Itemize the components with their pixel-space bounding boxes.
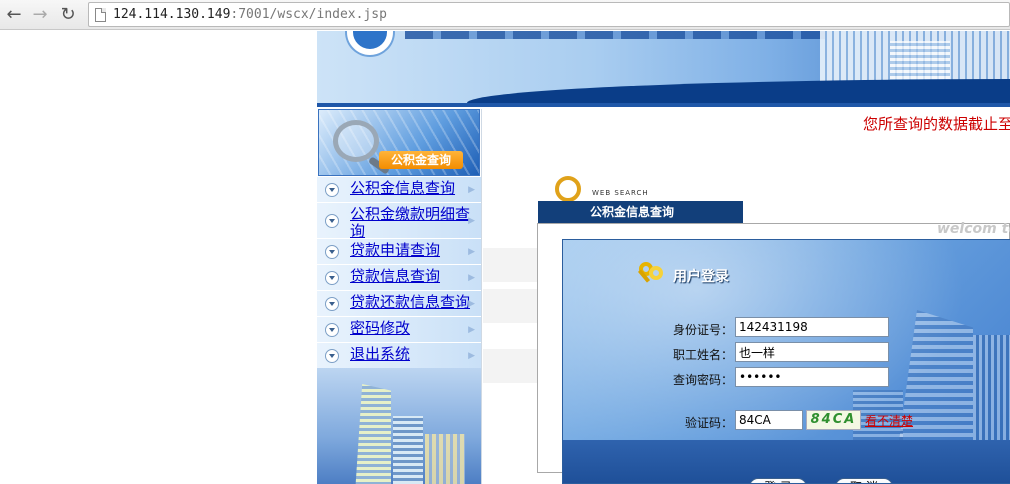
tower-graphic bbox=[393, 416, 423, 484]
banner-divider bbox=[317, 103, 1010, 107]
sidebar-item-label[interactable]: 公积金缴款明细查询 bbox=[350, 206, 480, 240]
address-bar[interactable]: 124.114.130.149:7001/wscx/index.jsp bbox=[88, 2, 1010, 27]
logo-icon bbox=[347, 31, 393, 55]
sidebar-item-loan-repayment[interactable]: 贷款还款信息查询 ▶ bbox=[317, 291, 481, 317]
magnifier-icon bbox=[333, 120, 379, 162]
tower-graphic bbox=[425, 434, 465, 484]
sidebar-divider bbox=[481, 109, 482, 484]
arrow-right-icon: ▶ bbox=[468, 351, 475, 361]
background-band bbox=[483, 248, 543, 282]
password-field[interactable] bbox=[735, 367, 889, 387]
captcha-image[interactable]: 84CA bbox=[806, 410, 861, 430]
page-icon bbox=[95, 8, 106, 22]
chevron-down-icon bbox=[325, 214, 339, 228]
back-arrow-icon[interactable]: ← bbox=[2, 3, 26, 27]
id-number-label: 身份证号： bbox=[672, 323, 733, 337]
chevron-down-icon bbox=[325, 183, 339, 197]
header-banner bbox=[317, 31, 1010, 103]
arrow-right-icon: ▶ bbox=[468, 216, 475, 226]
captcha-field[interactable] bbox=[735, 410, 803, 430]
sidebar-item-fund-info[interactable]: 公积金信息查询 ▶ bbox=[317, 177, 481, 203]
sidebar-item-label[interactable]: 退出系统 bbox=[350, 346, 480, 363]
panel-title: 公积金信息查询 bbox=[538, 201, 743, 223]
arrow-right-icon: ▶ bbox=[468, 273, 475, 283]
tower-graphic bbox=[355, 384, 391, 484]
captcha-label: 验证码： bbox=[684, 416, 733, 430]
data-cutoff-notice: 您所查询的数据截止至 bbox=[863, 115, 1010, 133]
chevron-down-icon bbox=[325, 271, 339, 285]
sidebar-item-label[interactable]: 密码修改 bbox=[350, 320, 480, 337]
sidebar-item-label[interactable]: 贷款申请查询 bbox=[350, 242, 480, 259]
site-page: 公积金查询 公积金信息查询 ▶ 公积金缴款明细查询 ▶ 贷款申请查询 ▶ 贷款信… bbox=[317, 31, 1010, 484]
chevron-down-icon bbox=[325, 323, 339, 337]
chevron-down-icon bbox=[325, 297, 339, 311]
forward-arrow-icon[interactable]: → bbox=[28, 3, 52, 27]
welcome-text: welcom to bbox=[937, 221, 1010, 237]
banner-curve bbox=[467, 79, 1010, 103]
banner-title-graphic bbox=[405, 31, 825, 39]
arrow-right-icon: ▶ bbox=[468, 325, 475, 335]
search-magnifier-icon bbox=[555, 176, 581, 202]
sidebar-item-change-password[interactable]: 密码修改 ▶ bbox=[317, 317, 481, 343]
arrow-right-icon: ▶ bbox=[468, 247, 475, 257]
sidebar-menu: 公积金信息查询 ▶ 公积金缴款明细查询 ▶ 贷款申请查询 ▶ 贷款信息查询 ▶ … bbox=[317, 177, 481, 369]
employee-name-field[interactable] bbox=[735, 342, 889, 362]
login-title: 用户登录 bbox=[673, 269, 729, 285]
sidebar-header-label: 公积金查询 bbox=[379, 151, 463, 169]
browser-toolbar: ← → ↻ 124.114.130.149:7001/wscx/index.js… bbox=[0, 0, 1010, 30]
background-band bbox=[483, 349, 543, 383]
sidebar: 公积金查询 公积金信息查询 ▶ 公积金缴款明细查询 ▶ 贷款申请查询 ▶ 贷款信… bbox=[317, 109, 482, 484]
sidebar-item-label[interactable]: 贷款信息查询 bbox=[350, 268, 480, 285]
keys-icon bbox=[635, 262, 663, 288]
login-button[interactable]: 登 录 bbox=[749, 478, 807, 483]
chevron-down-icon bbox=[325, 245, 339, 259]
password-label: 查询密码： bbox=[672, 373, 733, 387]
arrow-right-icon: ▶ bbox=[468, 185, 475, 195]
login-box: 用户登录 身份证号： 职工姓名： 查询密码： 验证码： 84CA 看不清楚 登 … bbox=[562, 239, 1010, 484]
sidebar-item-label[interactable]: 贷款还款信息查询 bbox=[350, 294, 480, 311]
employee-name-label: 职工姓名： bbox=[672, 348, 733, 362]
sidebar-item-loan-application[interactable]: 贷款申请查询 ▶ bbox=[317, 239, 481, 265]
sidebar-item-logout[interactable]: 退出系统 ▶ bbox=[317, 343, 481, 369]
sidebar-item-loan-info[interactable]: 贷款信息查询 ▶ bbox=[317, 265, 481, 291]
sidebar-building-image bbox=[317, 368, 481, 484]
arrow-right-icon: ▶ bbox=[468, 299, 475, 309]
cancel-button[interactable]: 取 消 bbox=[835, 478, 893, 483]
sidebar-item-label[interactable]: 公积金信息查询 bbox=[350, 180, 480, 197]
id-number-field[interactable] bbox=[735, 317, 889, 337]
chevron-down-icon bbox=[325, 349, 339, 363]
sidebar-header: 公积金查询 bbox=[318, 109, 480, 176]
refresh-captcha-link[interactable]: 看不清楚 bbox=[865, 412, 913, 429]
reload-icon[interactable]: ↻ bbox=[56, 3, 80, 27]
url-text[interactable]: 124.114.130.149:7001/wscx/index.jsp bbox=[113, 7, 387, 22]
web-search-label: WEB SEARCH bbox=[592, 189, 649, 197]
background-band bbox=[483, 289, 543, 323]
sidebar-item-payment-detail[interactable]: 公积金缴款明细查询 ▶ bbox=[317, 203, 481, 240]
